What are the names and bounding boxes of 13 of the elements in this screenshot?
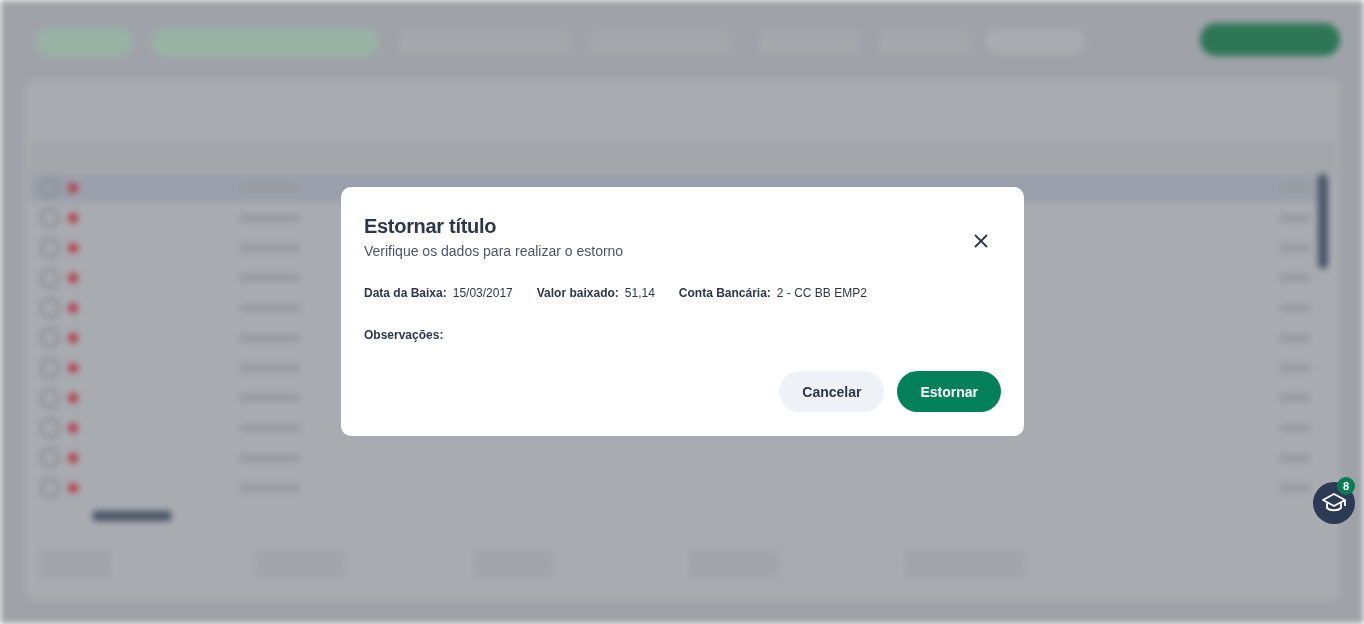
dialog-title: Estornar título	[364, 214, 498, 239]
field-value: 15/03/2017	[452, 286, 513, 300]
field-label: Data da Baixa:	[364, 286, 447, 300]
graduation-cap-icon	[1321, 492, 1347, 514]
cancel-button[interactable]: Cancelar	[779, 371, 885, 412]
field-label: Valor baixado:	[536, 286, 619, 300]
field-label: Conta Bancária:	[678, 286, 771, 300]
notes-label: Observações:	[364, 328, 444, 342]
dialog-subtitle: Verifique os dados para realizar o estorno	[364, 243, 624, 259]
field-value: 2 - CC BB EMP2	[776, 286, 867, 300]
field-value: 51,14	[624, 286, 655, 300]
confirm-button[interactable]: Estornar	[897, 371, 1001, 412]
close-icon	[974, 234, 988, 248]
